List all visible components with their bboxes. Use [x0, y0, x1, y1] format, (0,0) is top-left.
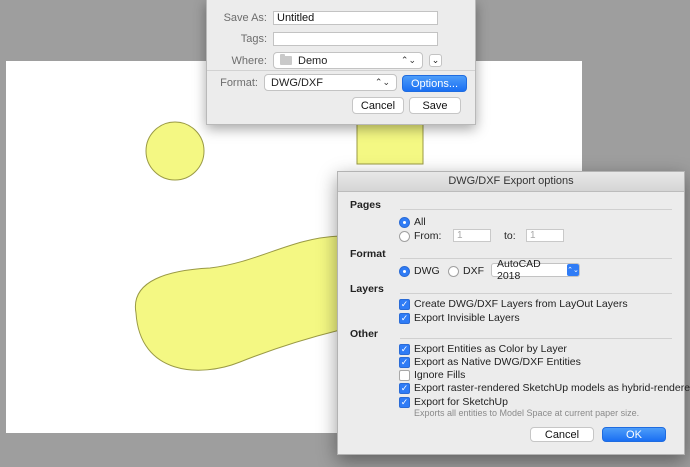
- where-popup[interactable]: Demo ⌃⌄: [273, 52, 423, 69]
- tags-label: Tags:: [240, 33, 267, 45]
- export-invisible-option[interactable]: ✓ Export Invisible Layers: [399, 312, 520, 324]
- expand-button[interactable]: ⌄: [429, 54, 442, 67]
- format-heading: Format: [350, 248, 386, 260]
- other-rule: [400, 338, 672, 339]
- where-label: Where:: [231, 54, 267, 67]
- curve-shape[interactable]: [134, 235, 341, 371]
- format-popup[interactable]: DWG/DXF ⌃⌄: [264, 74, 397, 91]
- native-entities-label: Export as Native DWG/DXF Entities: [414, 356, 581, 368]
- format-value: DWG/DXF: [271, 76, 323, 89]
- native-entities-checkbox[interactable]: ✓: [399, 356, 410, 368]
- pages-heading: Pages: [350, 199, 381, 211]
- dxf-radio[interactable]: [448, 265, 459, 277]
- folder-icon: [280, 54, 292, 65]
- pages-rule: [400, 209, 672, 210]
- native-entities-option[interactable]: ✓ Export as Native DWG/DXF Entities: [399, 356, 581, 368]
- for-sketchup-label: Export for SketchUp: [414, 396, 508, 408]
- chevron-down-icon: ⌄: [431, 55, 440, 65]
- layers-heading: Layers: [350, 283, 384, 295]
- format-row: Format: DWG/DXF ⌃⌄: [207, 74, 397, 91]
- dxf-label: DXF: [463, 265, 484, 277]
- tags-row: Tags:: [207, 32, 438, 46]
- ignore-fills-option[interactable]: Ignore Fills: [399, 369, 465, 381]
- pages-from-label: From:: [414, 230, 442, 242]
- from-page-input[interactable]: 1: [453, 229, 491, 242]
- ok-button[interactable]: OK: [602, 427, 666, 442]
- for-sketchup-note: Exports all entities to Model Space at c…: [414, 408, 640, 418]
- popup-arrows-icon: ⌃⌄: [567, 264, 579, 276]
- pages-from-radio[interactable]: [399, 230, 410, 242]
- autocad-version-value: AutoCAD 2018: [497, 258, 541, 282]
- ignore-fills-label: Ignore Fills: [414, 369, 466, 381]
- options-button[interactable]: Options...: [402, 75, 467, 92]
- to-label: to:: [504, 230, 516, 242]
- save-sheet: Save As: Untitled Tags: Where: Demo ⌃⌄ ⌄…: [206, 0, 476, 125]
- hybrid-rendered-label: Export raster-rendered SketchUp models a…: [414, 382, 690, 394]
- layers-rule: [400, 293, 672, 294]
- dwg-radio[interactable]: [399, 265, 410, 277]
- popup-arrows-icon: ⌃⌄: [374, 77, 390, 87]
- dwg-label: DWG: [414, 265, 440, 277]
- export-options-dialog: DWG/DXF Export options Pages All From: 1…: [337, 171, 690, 455]
- save-button[interactable]: Save: [409, 97, 461, 114]
- pages-all-label: All: [414, 216, 426, 228]
- hybrid-rendered-checkbox[interactable]: ✓: [399, 382, 410, 394]
- tags-input[interactable]: [273, 32, 438, 46]
- save-as-input[interactable]: Untitled: [273, 11, 438, 25]
- format-dwg-option[interactable]: DWG: [399, 265, 440, 277]
- color-by-layer-option[interactable]: ✓ Export Entities as Color by Layer: [399, 343, 567, 355]
- popup-arrows-icon: ⌃⌄: [400, 55, 416, 65]
- export-invisible-label: Export Invisible Layers: [414, 312, 520, 324]
- pages-all-radio[interactable]: [399, 216, 410, 228]
- save-as-label: Save As:: [223, 12, 267, 24]
- pages-all-option[interactable]: All: [399, 216, 426, 228]
- create-layers-label: Create DWG/DXF Layers from LayOut Layers: [414, 298, 628, 310]
- format-dxf-option[interactable]: DXF: [448, 265, 484, 277]
- other-heading: Other: [350, 328, 379, 340]
- for-sketchup-checkbox[interactable]: ✓: [399, 396, 410, 408]
- dialog-title: DWG/DXF Export options: [338, 172, 684, 192]
- cancel-button[interactable]: Cancel: [352, 97, 404, 114]
- pages-from-option[interactable]: From:: [399, 230, 441, 242]
- hybrid-rendered-option[interactable]: ✓ Export raster-rendered SketchUp models…: [399, 382, 690, 394]
- save-as-row: Save As: Untitled: [207, 11, 438, 25]
- where-row: Where: Demo ⌃⌄: [207, 52, 423, 69]
- color-by-layer-label: Export Entities as Color by Layer: [414, 343, 567, 355]
- format-label: Format:: [220, 76, 258, 89]
- create-layers-option[interactable]: ✓ Create DWG/DXF Layers from LayOut Laye…: [399, 298, 628, 310]
- to-page-input[interactable]: 1: [526, 229, 564, 242]
- for-sketchup-option[interactable]: ✓ Export for SketchUp: [399, 396, 508, 408]
- export-cancel-button[interactable]: Cancel: [530, 427, 594, 442]
- create-layers-checkbox[interactable]: ✓: [399, 298, 410, 310]
- circle-shape[interactable]: [145, 121, 205, 181]
- color-by-layer-checkbox[interactable]: ✓: [399, 343, 410, 355]
- where-value: Demo: [298, 54, 328, 67]
- sheet-divider: [207, 70, 475, 71]
- autocad-version-popup[interactable]: AutoCAD 2018 ⌃⌄: [491, 258, 580, 282]
- ignore-fills-checkbox[interactable]: [399, 369, 410, 381]
- export-invisible-checkbox[interactable]: ✓: [399, 312, 410, 324]
